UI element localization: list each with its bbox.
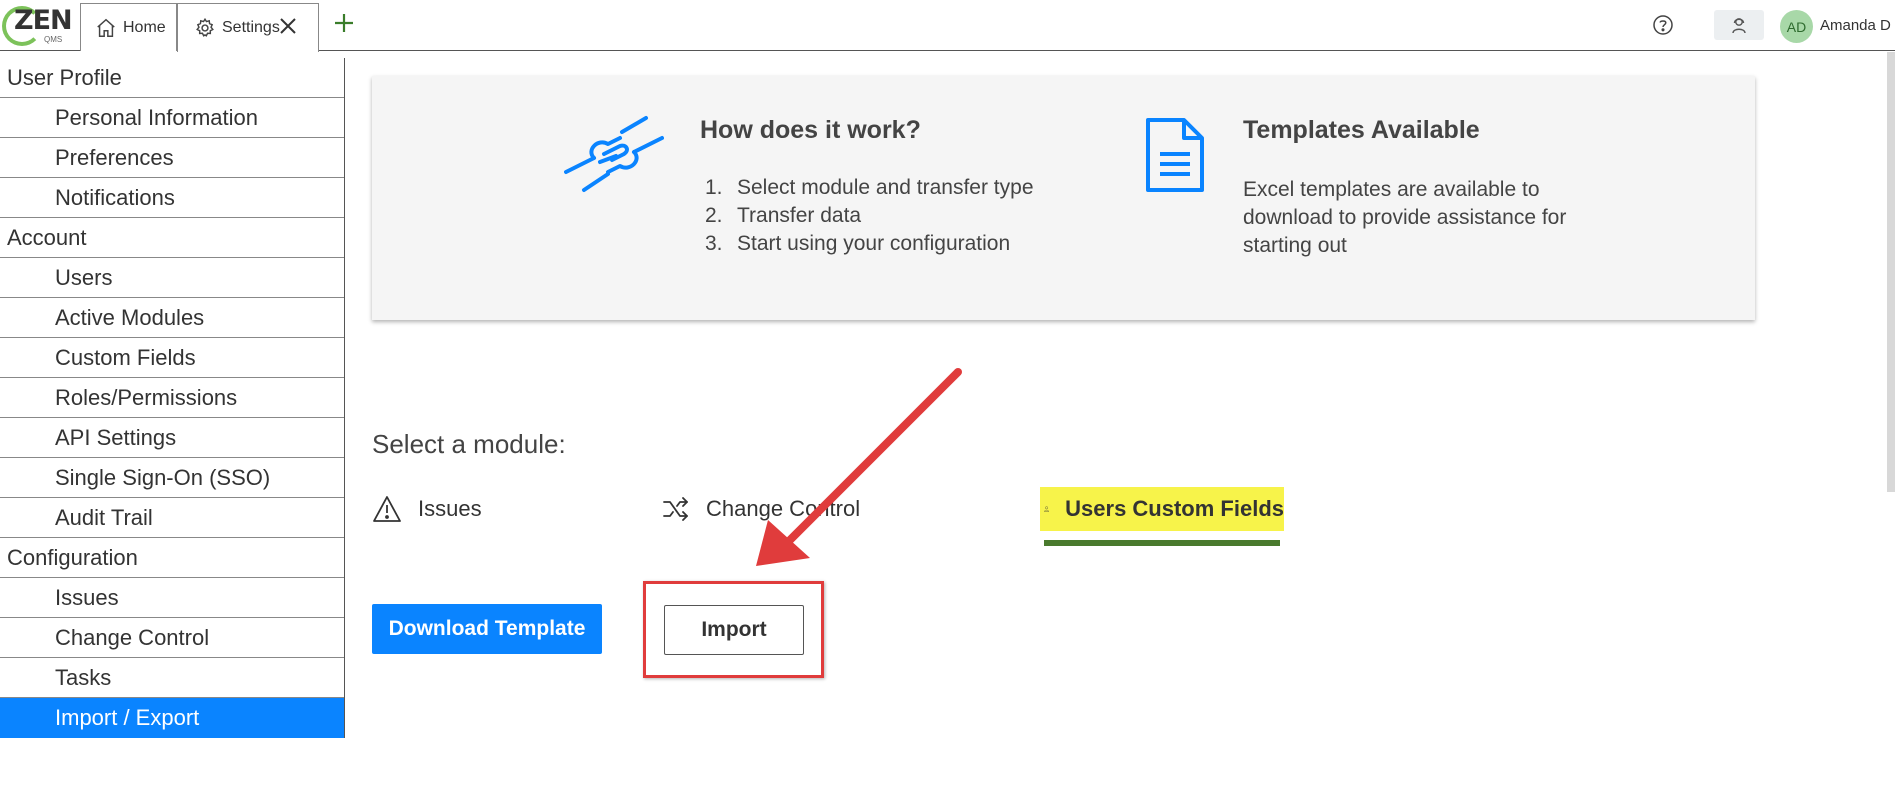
scrollbar[interactable] bbox=[1887, 52, 1895, 492]
add-tab-icon[interactable] bbox=[333, 12, 355, 34]
select-module-label: Select a module: bbox=[372, 429, 566, 459]
sidebar-item-preferences[interactable]: Preferences bbox=[0, 138, 344, 178]
how-it-works-title: How does it work? bbox=[700, 116, 921, 144]
steps-list: 1. Select module and transfer type 2. Tran… bbox=[705, 176, 1034, 260]
sidebar-group-configuration[interactable]: Configuration bbox=[0, 538, 344, 578]
settings-sidebar: User Profile Personal Information Prefer… bbox=[0, 58, 345, 738]
annotation-arrow-icon bbox=[756, 368, 962, 566]
sidebar-item-sso[interactable]: Single Sign-On (SSO) bbox=[0, 458, 344, 498]
sidebar-item-active-modules[interactable]: Active Modules bbox=[0, 298, 344, 338]
shuffle-icon bbox=[663, 497, 688, 521]
module-users-custom-fields[interactable]: Users Custom Fields bbox=[1040, 487, 1284, 531]
warning-icon bbox=[373, 496, 401, 522]
info-card: How does it work? 1. Select module and tr… bbox=[372, 76, 1755, 320]
module-users-custom-fields-label: Users Custom Fields bbox=[1065, 496, 1284, 521]
tab-home[interactable]: Home bbox=[80, 3, 177, 51]
sidebar-item-change-control[interactable]: Change Control bbox=[0, 618, 344, 658]
handshake-icon bbox=[564, 116, 664, 192]
module-issues[interactable]: Issues bbox=[372, 487, 482, 531]
top-bar: ZEN QMS Home Settings AD Amanda D bbox=[0, 0, 1895, 52]
zen-qms-logo[interactable]: ZEN QMS bbox=[0, 0, 78, 51]
templates-description: Excel templates are available to downloa… bbox=[1243, 178, 1567, 257]
templates-title: Templates Available bbox=[1243, 116, 1480, 144]
module-issues-label: Issues bbox=[418, 496, 482, 521]
sidebar-group-user-profile[interactable]: User Profile bbox=[0, 58, 344, 98]
list-item: 2. Transfer data bbox=[705, 204, 862, 227]
sidebar-group-account[interactable]: Account bbox=[0, 218, 344, 258]
tab-home-label: Home bbox=[123, 18, 166, 36]
logo-subtext: QMS bbox=[44, 35, 63, 44]
sidebar-item-api-settings[interactable]: API Settings bbox=[0, 418, 344, 458]
sidebar-item-notifications[interactable]: Notifications bbox=[0, 178, 344, 218]
tab-settings[interactable]: Settings bbox=[177, 3, 319, 52]
selected-module-underline bbox=[1044, 540, 1280, 546]
support-button[interactable] bbox=[1714, 10, 1764, 40]
sidebar-item-audit-trail[interactable]: Audit Trail bbox=[0, 498, 344, 538]
home-icon bbox=[97, 18, 115, 37]
gear-icon bbox=[196, 17, 214, 37]
sidebar-item-custom-fields[interactable]: Custom Fields bbox=[0, 338, 344, 378]
help-icon[interactable] bbox=[1652, 14, 1674, 36]
sidebar-item-tasks[interactable]: Tasks bbox=[0, 658, 344, 698]
import-button[interactable]: Import bbox=[664, 605, 804, 655]
user-icon bbox=[1044, 506, 1049, 512]
user-name[interactable]: Amanda D bbox=[1820, 17, 1891, 34]
sidebar-item-users[interactable]: Users bbox=[0, 258, 344, 298]
logo-text: ZEN bbox=[14, 5, 73, 36]
sidebar-item-import-export[interactable]: Import / Export bbox=[0, 698, 344, 738]
sidebar-item-issues[interactable]: Issues bbox=[0, 578, 344, 618]
download-template-button[interactable]: Download Template bbox=[372, 604, 602, 654]
sidebar-item-personal-information[interactable]: Personal Information bbox=[0, 98, 344, 138]
list-item: 1. Select module and transfer type bbox=[705, 176, 1034, 199]
avatar[interactable]: AD bbox=[1780, 10, 1813, 43]
list-item: 3. Start using your configuration bbox=[705, 232, 1011, 255]
close-icon[interactable] bbox=[278, 16, 298, 36]
document-icon bbox=[1146, 118, 1204, 192]
tab-settings-label: Settings bbox=[222, 19, 280, 36]
sidebar-item-roles-permissions[interactable]: Roles/Permissions bbox=[0, 378, 344, 418]
support-agent-icon bbox=[1732, 18, 1746, 34]
